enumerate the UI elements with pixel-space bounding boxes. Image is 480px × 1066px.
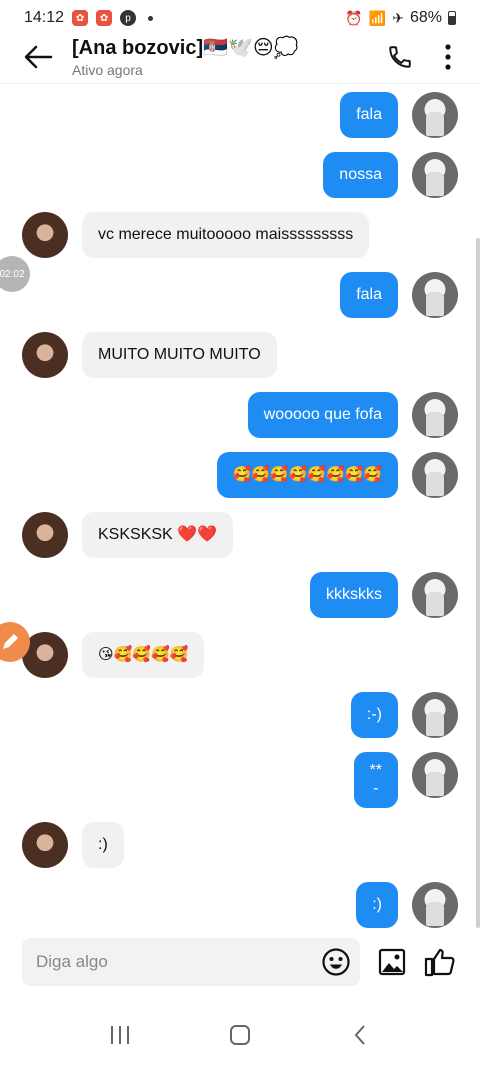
more-options-button[interactable] bbox=[424, 30, 472, 84]
my-avatar bbox=[412, 392, 458, 438]
message-bubble-sent[interactable]: nossa bbox=[323, 152, 398, 198]
back-arrow-icon bbox=[24, 45, 53, 68]
contact-name: [Ana bozovic]🇷🇸🕊️😔💭 bbox=[72, 36, 299, 59]
message-bubble-received[interactable]: vc merece muitooooo maisssssssss bbox=[82, 212, 370, 258]
my-avatar bbox=[412, 92, 458, 138]
phone-icon bbox=[389, 45, 411, 68]
emoji-button[interactable] bbox=[312, 938, 360, 986]
system-nav-bar bbox=[0, 1004, 480, 1066]
thumbs-up-icon bbox=[424, 948, 455, 977]
contact-avatar[interactable] bbox=[22, 332, 68, 378]
airplane-icon: ✈ bbox=[392, 9, 404, 26]
kebab-menu-icon bbox=[445, 43, 451, 70]
back-button[interactable] bbox=[10, 30, 66, 84]
back-nav-button[interactable] bbox=[330, 1010, 390, 1060]
contact-info[interactable]: [Ana bozovic]🇷🇸🕊️😔💭 Ativo agora bbox=[72, 36, 376, 78]
my-avatar bbox=[412, 272, 458, 318]
battery-icon bbox=[448, 11, 456, 25]
smiley-icon bbox=[322, 948, 350, 976]
message-bubble-received[interactable]: :) bbox=[82, 822, 124, 868]
contact-avatar[interactable] bbox=[22, 212, 68, 258]
message-bubble-sent[interactable]: wooooo que fofa bbox=[247, 392, 398, 438]
attach-image-button[interactable] bbox=[370, 940, 414, 984]
alarm-icon: ⏰ bbox=[345, 9, 363, 26]
wifi-icon: 📶 bbox=[368, 9, 387, 26]
message-bubble-sent[interactable]: fala bbox=[340, 272, 398, 318]
app-notification-icon: ✿ bbox=[96, 10, 113, 26]
message-bubble-sent[interactable]: :-) bbox=[350, 692, 398, 738]
recent-apps-button[interactable] bbox=[90, 1010, 150, 1060]
contact-avatar[interactable] bbox=[22, 512, 68, 558]
chevron-left-icon bbox=[354, 1025, 365, 1045]
home-button[interactable] bbox=[210, 1010, 270, 1060]
message-bubble-received[interactable]: 😘🥰🥰🥰🥰 bbox=[82, 632, 205, 678]
message-bubble-sent[interactable]: ** - bbox=[353, 752, 398, 808]
message-bubble-received[interactable]: MUITO MUITO MUITO bbox=[82, 332, 277, 378]
like-button[interactable] bbox=[418, 940, 462, 984]
message-composer bbox=[0, 936, 480, 992]
message-input[interactable] bbox=[22, 952, 312, 972]
more-notifications-icon bbox=[148, 15, 154, 21]
message-list[interactable]: fala nossa vc merece muitooooo maissssss… bbox=[0, 86, 480, 934]
my-avatar bbox=[412, 692, 458, 738]
contact-status: Ativo agora bbox=[72, 61, 143, 78]
my-avatar bbox=[412, 752, 458, 798]
message-bubble-received[interactable]: KSKSKSK ❤️❤️ bbox=[82, 512, 233, 558]
pinterest-icon: p bbox=[120, 10, 137, 26]
my-avatar bbox=[412, 572, 458, 618]
contact-avatar[interactable] bbox=[22, 822, 68, 868]
image-icon bbox=[378, 948, 406, 976]
battery-percent: 68% bbox=[409, 9, 442, 26]
message-bubble-sent[interactable]: :) bbox=[356, 882, 398, 928]
my-avatar bbox=[412, 152, 458, 198]
chat-header: [Ana bozovic]🇷🇸🕊️😔💭 Ativo agora bbox=[0, 30, 480, 84]
message-bubble-sent[interactable]: kkkskks bbox=[310, 572, 398, 618]
message-input-wrapper bbox=[22, 938, 360, 986]
status-time: 14:12 bbox=[24, 9, 65, 26]
home-icon bbox=[230, 1025, 250, 1045]
recent-apps-icon bbox=[111, 1026, 129, 1044]
message-bubble-sent[interactable]: 🥰🥰🥰🥰🥰🥰🥰🥰 bbox=[216, 452, 398, 498]
message-bubble-sent[interactable]: fala bbox=[340, 92, 398, 138]
my-avatar bbox=[412, 452, 458, 498]
app-notification-icon: ✿ bbox=[72, 10, 89, 26]
scrollbar[interactable] bbox=[476, 238, 480, 928]
my-avatar bbox=[412, 882, 458, 928]
pencil-icon bbox=[3, 634, 18, 649]
call-button[interactable] bbox=[376, 30, 424, 84]
